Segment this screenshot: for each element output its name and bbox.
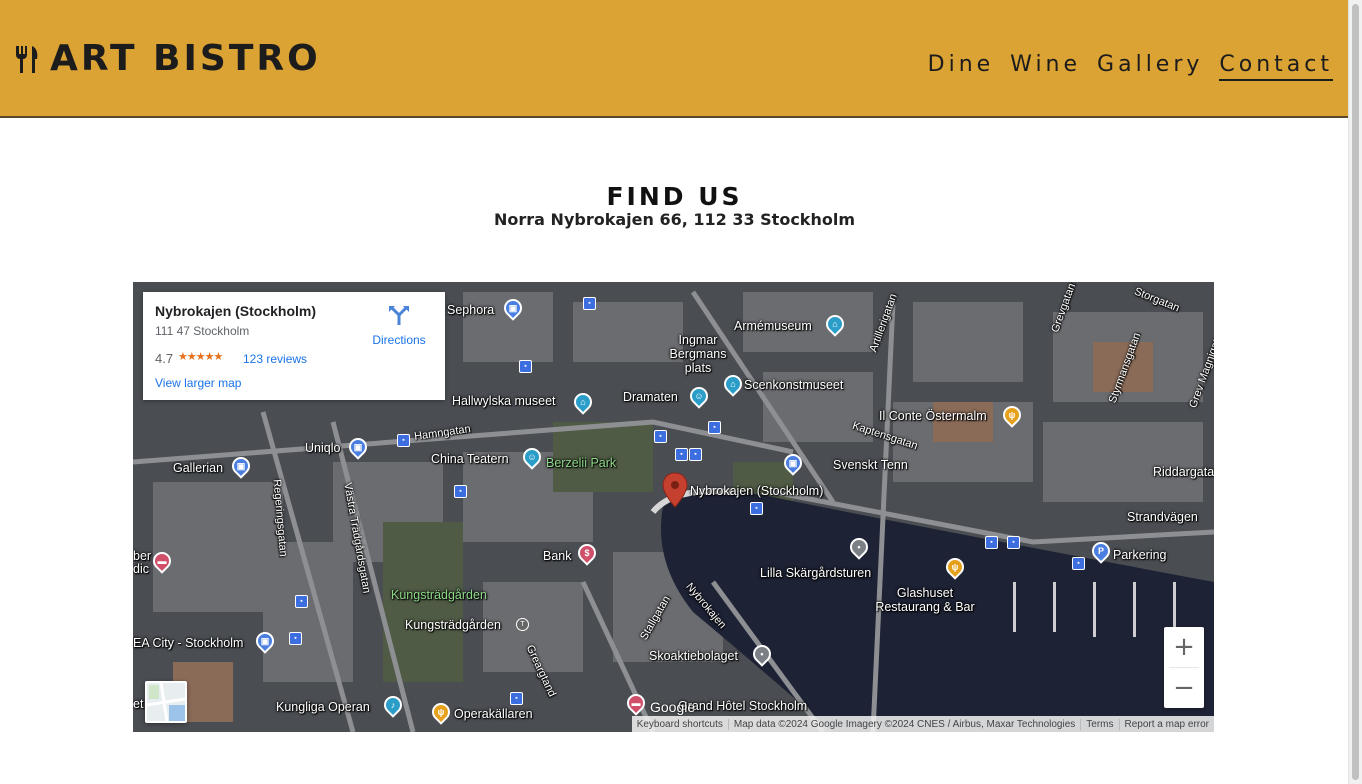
map-label-kungstradgarden-park: Kungsträdgården: [391, 588, 487, 602]
scrollbar-thumb[interactable]: [1352, 4, 1359, 780]
main-nav: Dine Wine Gallery Contact: [928, 52, 1333, 81]
map-label-bank: Bank: [543, 549, 572, 563]
brand-name: ART BISTRO: [50, 38, 321, 79]
restaurant-address: Norra Nybrokajen 66, 112 33 Stockholm: [494, 210, 855, 229]
terms-link[interactable]: Terms: [1080, 718, 1118, 730]
map-label-hallwylska-museet: Hallwylska museet: [452, 394, 556, 408]
directions-icon: [389, 306, 409, 325]
place-name: Nybrokajen (Stockholm): [155, 303, 317, 319]
map-label-kungliga-operan: Kungliga Operan: [276, 700, 370, 714]
place-rating: 4.7: [155, 351, 174, 366]
bus-stop-icon[interactable]: ▪: [1007, 536, 1020, 549]
map-label-edge-2: EA City - Stockholm: [133, 636, 244, 650]
nav-gallery[interactable]: Gallery: [1097, 52, 1203, 81]
map-data-attribution: Map data ©2024 Google Imagery ©2024 CNES…: [727, 718, 1080, 730]
zoom-out-button[interactable]: −: [1164, 668, 1204, 708]
embedded-map[interactable]: Sephora Ingmar Bergmans plats Armémuseum…: [133, 282, 1214, 732]
bus-stop-icon[interactable]: ▪: [583, 297, 596, 310]
bus-stop-icon[interactable]: ▪: [295, 595, 308, 608]
marker-label: Nybrokajen (Stockholm): [690, 484, 824, 498]
map-label-dramaten: Dramaten: [623, 390, 678, 404]
bus-stop-icon[interactable]: ▪: [750, 502, 763, 515]
bus-stop-icon[interactable]: ▪: [519, 360, 532, 373]
google-logo: Google: [650, 699, 696, 715]
map-label-il-conte-ostermalm: Il Conte Östermalm: [879, 409, 987, 423]
directions-label: Directions: [372, 333, 426, 347]
map-label-uniqlo: Uniqlo: [305, 441, 341, 455]
place-info-card: Nybrokajen (Stockholm) 111 47 Stockholm …: [143, 292, 445, 400]
bus-stop-icon[interactable]: ▪: [397, 434, 410, 447]
map-label-skoaktiebolaget: Skoaktiebolaget: [649, 649, 738, 663]
map-footer: Keyboard shortcuts Map data ©2024 Google…: [631, 716, 1214, 732]
map-label-strandvagen: Strandvägen: [1127, 510, 1198, 524]
nav-dine[interactable]: Dine: [928, 52, 995, 81]
zoom-controls: + −: [1164, 627, 1204, 708]
bus-stop-icon[interactable]: ▪: [985, 536, 998, 549]
map-label-scenkonstmuseet: Scenkonstmuseet: [744, 378, 844, 392]
bus-stop-icon[interactable]: ▪: [708, 421, 721, 434]
metro-station-icon[interactable]: T: [516, 618, 529, 631]
rating-stars: ★★★★★: [178, 351, 223, 363]
nav-wine[interactable]: Wine: [1010, 52, 1081, 81]
zoom-in-button[interactable]: +: [1164, 627, 1204, 667]
map-label-china-teatern: China Teatern: [431, 452, 509, 466]
map-label-kungstradgarden-station: Kungsträdgården: [405, 618, 501, 632]
fork-knife-icon: [16, 45, 38, 73]
reviews-link[interactable]: 123 reviews: [243, 352, 307, 366]
bus-stop-icon[interactable]: ▪: [689, 448, 702, 461]
map-type-toggle[interactable]: [145, 681, 187, 723]
site-header: ART BISTRO Dine Wine Gallery Contact: [0, 0, 1349, 118]
section-title: FIND US: [606, 182, 743, 211]
map-label-ingmar-bergmans-plats: Ingmar Bergmans plats: [669, 333, 727, 375]
bus-stop-icon[interactable]: ▪: [654, 430, 667, 443]
place-address: 111 47 Stockholm: [155, 324, 250, 338]
map-label-riddargatan: Riddargatan: [1153, 465, 1214, 479]
map-label-glashuset: Glashuset Restaurang & Bar: [875, 586, 975, 614]
map-thumbnail-icon: [147, 683, 185, 721]
page-scrollbar[interactable]: [1348, 0, 1362, 784]
map-label-parkering: Parkering: [1113, 548, 1167, 562]
report-map-error-link[interactable]: Report a map error: [1118, 718, 1214, 730]
bus-stop-icon[interactable]: ▪: [675, 448, 688, 461]
bus-stop-icon[interactable]: ▪: [1072, 557, 1085, 570]
bus-stop-icon[interactable]: ▪: [289, 632, 302, 645]
logo[interactable]: ART BISTRO: [14, 38, 321, 79]
bus-stop-icon[interactable]: ▪: [454, 485, 467, 498]
keyboard-shortcuts-link[interactable]: Keyboard shortcuts: [632, 719, 728, 730]
bus-stop-icon[interactable]: ▪: [510, 692, 523, 705]
map-label-grand-hotel: Grand Hôtel Stockholm: [678, 699, 808, 713]
map-label-edge-3: et: [133, 697, 144, 711]
map-label-sephora: Sephora: [447, 303, 495, 317]
map-label-armemuseum: Armémuseum: [734, 319, 812, 333]
location-marker-icon[interactable]: [662, 472, 688, 508]
nav-contact[interactable]: Contact: [1219, 52, 1333, 81]
map-label-svenskt-tenn: Svenskt Tenn: [833, 458, 908, 472]
map-label-berzelii-park: Berzelii Park: [546, 456, 617, 470]
map-label-lilla-skargardsturen: Lilla Skärgårdsturen: [760, 566, 872, 580]
map-label-gallerian: Gallerian: [173, 461, 224, 475]
directions-button[interactable]: Directions: [365, 304, 433, 347]
map-label-operakallaren: Operakällaren: [454, 707, 533, 721]
view-larger-map-link[interactable]: View larger map: [155, 376, 241, 390]
